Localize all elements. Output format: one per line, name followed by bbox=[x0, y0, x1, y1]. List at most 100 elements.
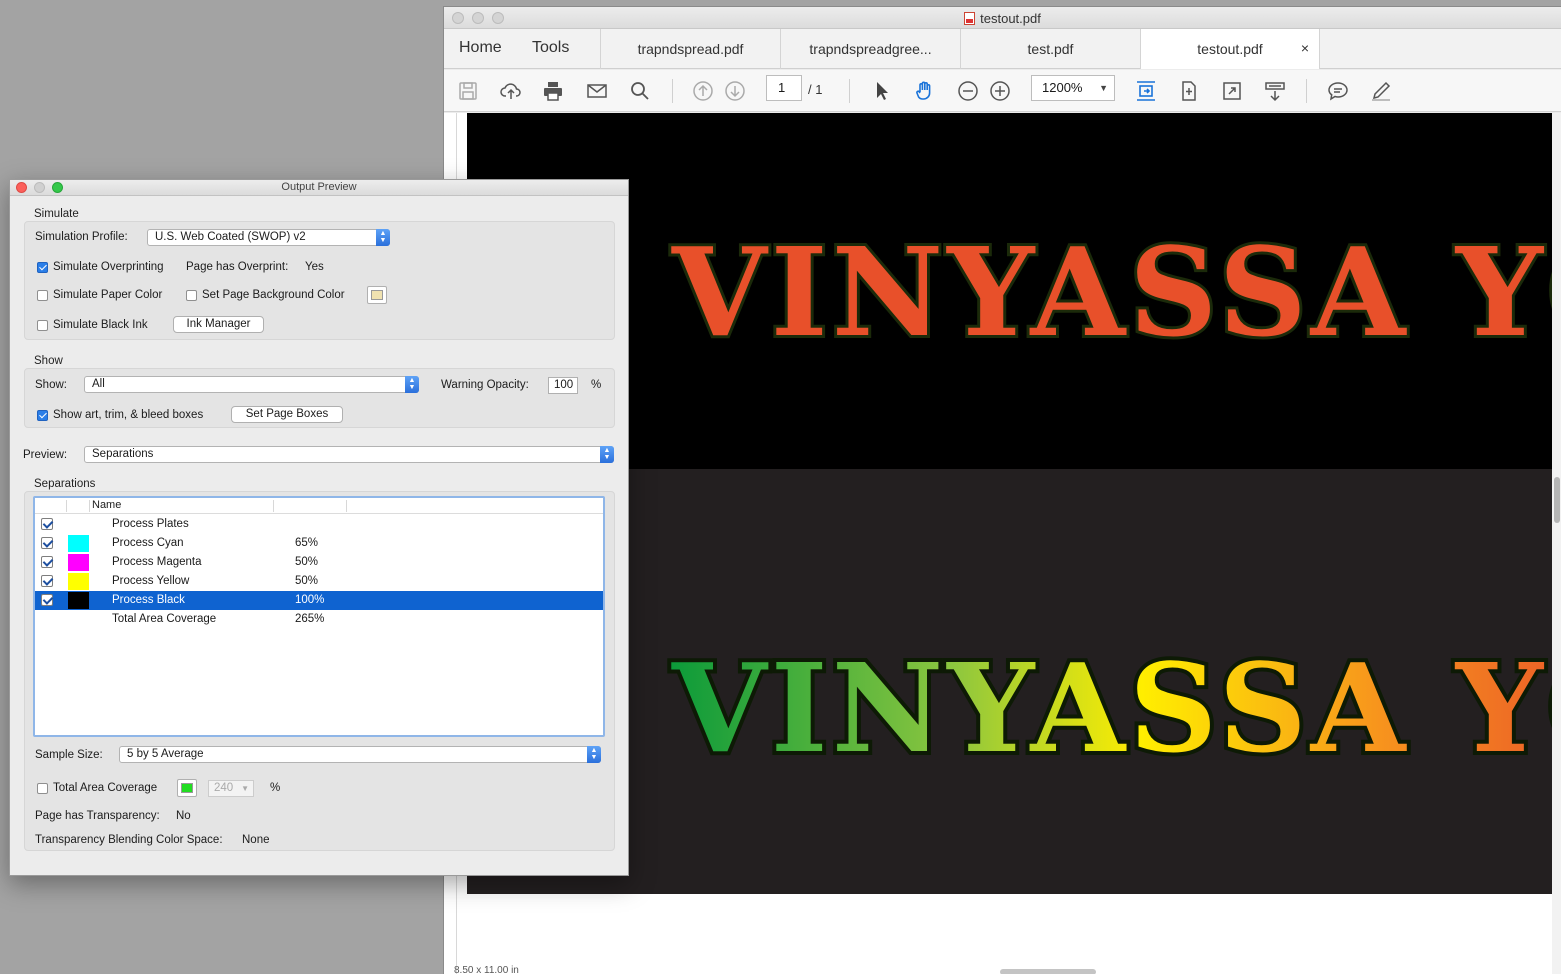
separation-checkbox[interactable] bbox=[41, 575, 53, 587]
separation-row-total-area-coverage[interactable]: Total Area Coverage 265% bbox=[35, 610, 603, 629]
tab-testout[interactable]: testout.pdf × bbox=[1140, 29, 1320, 69]
show-boxes-checkbox[interactable] bbox=[37, 410, 48, 421]
percent-sign: % bbox=[591, 379, 602, 391]
set-page-boxes-button[interactable]: Set Page Boxes bbox=[231, 406, 343, 423]
separation-percent: 50% bbox=[295, 575, 319, 587]
highlight-pen-icon[interactable] bbox=[1369, 79, 1393, 103]
tab-label: test.pdf bbox=[1027, 41, 1074, 57]
separation-percent: 65% bbox=[295, 537, 319, 549]
fit-page-icon[interactable] bbox=[1177, 79, 1201, 103]
page-overprint-label: Page has Overprint: bbox=[186, 261, 289, 273]
chevron-down-icon: ▼ bbox=[1099, 83, 1108, 93]
scrollbar-thumb[interactable] bbox=[1554, 477, 1560, 523]
read-mode-icon[interactable] bbox=[1263, 79, 1287, 103]
separation-row-process-cyan[interactable]: Process Cyan 65% bbox=[35, 534, 603, 553]
tab-trapndspreadgreen[interactable]: trapndspreadgree... bbox=[780, 29, 960, 69]
separation-checkbox[interactable] bbox=[41, 594, 53, 606]
close-tab-icon[interactable]: × bbox=[1301, 40, 1309, 56]
separation-row-process-plates[interactable]: Process Plates bbox=[35, 515, 603, 534]
scrolling-mode-icon[interactable] bbox=[1134, 79, 1158, 103]
ink-manager-button[interactable]: Ink Manager bbox=[173, 316, 264, 333]
set-page-background-checkbox[interactable] bbox=[186, 290, 197, 301]
magenta-swatch bbox=[68, 554, 89, 571]
hand-tool-icon[interactable] bbox=[913, 79, 937, 103]
separation-row-process-black[interactable]: Process Black 100% bbox=[35, 591, 603, 610]
vertical-scrollbar[interactable] bbox=[1552, 113, 1561, 974]
separation-checkbox[interactable] bbox=[41, 537, 53, 549]
nav-tools[interactable]: Tools bbox=[532, 39, 569, 57]
dialog-titlebar: Output Preview bbox=[10, 180, 628, 196]
zoom-select[interactable]: 1200% ▼ bbox=[1031, 75, 1115, 101]
separation-row-process-yellow[interactable]: Process Yellow 50% bbox=[35, 572, 603, 591]
simulation-profile-select[interactable]: U.S. Web Coated (SWOP) v2 ▲ ▼ bbox=[147, 229, 390, 246]
page-background-color-swatch[interactable] bbox=[367, 286, 387, 304]
separation-checkbox[interactable] bbox=[41, 518, 53, 530]
select-arrows-icon: ▲ ▼ bbox=[587, 746, 601, 763]
page-overprint-value: Yes bbox=[305, 261, 324, 273]
simulate-black-ink-checkbox[interactable] bbox=[37, 320, 48, 331]
toolbar-divider bbox=[1306, 79, 1307, 103]
save-icon[interactable] bbox=[456, 79, 480, 103]
separation-row-process-magenta[interactable]: Process Magenta 50% bbox=[35, 553, 603, 572]
select-arrows-icon: ▲ ▼ bbox=[600, 446, 614, 463]
select-value: Separations bbox=[92, 448, 154, 460]
artwork-text: VINYASSA YOG bbox=[671, 636, 1552, 780]
next-page-icon[interactable] bbox=[723, 79, 747, 103]
artwork-bottom-band: VINYASSA YOG bbox=[467, 469, 1552, 894]
zoom-in-icon[interactable] bbox=[988, 79, 1012, 103]
chevron-down-icon: ▼ bbox=[241, 784, 249, 793]
full-screen-icon[interactable] bbox=[1220, 79, 1244, 103]
artwork-title-bottom: VINYASSA YOG bbox=[667, 632, 1552, 784]
black-swatch bbox=[68, 592, 89, 609]
artwork-text: VINYASSA YOG bbox=[671, 220, 1552, 364]
tac-color-swatch[interactable] bbox=[177, 779, 197, 797]
page-transparency-value: No bbox=[176, 810, 191, 822]
tab-trapndspread[interactable]: trapndspread.pdf bbox=[600, 29, 780, 69]
separations-header: Name bbox=[35, 498, 603, 514]
page-number-input[interactable]: 1 bbox=[766, 75, 802, 101]
swatch-color bbox=[181, 783, 193, 793]
search-icon[interactable] bbox=[628, 79, 652, 103]
simulate-paper-color-checkbox[interactable] bbox=[37, 290, 48, 301]
select-arrows-icon: ▲ ▼ bbox=[376, 229, 390, 246]
tab-label: trapndspreadgree... bbox=[809, 41, 932, 57]
previous-page-icon[interactable] bbox=[691, 79, 715, 103]
select-arrows-icon: ▲ ▼ bbox=[405, 376, 419, 393]
preview-select[interactable]: Separations ▲ ▼ bbox=[84, 446, 614, 463]
separations-list[interactable]: Name Process Plates Process Cyan 65% Pro… bbox=[33, 496, 605, 737]
cyan-swatch bbox=[68, 535, 89, 552]
column-divider bbox=[346, 500, 347, 512]
show-group-label: Show bbox=[34, 355, 63, 367]
artwork-top-band: VINYASSA YOG bbox=[467, 113, 1552, 469]
separation-checkbox[interactable] bbox=[41, 556, 53, 568]
select-arrow-icon[interactable] bbox=[870, 79, 894, 103]
print-icon[interactable] bbox=[541, 79, 565, 103]
simulate-paper-color-label: Simulate Paper Color bbox=[53, 289, 163, 301]
simulate-black-ink-label: Simulate Black Ink bbox=[53, 319, 148, 331]
simulate-overprinting-checkbox[interactable] bbox=[37, 262, 48, 273]
nav-home[interactable]: Home bbox=[459, 39, 502, 57]
zoom-out-icon[interactable] bbox=[956, 79, 980, 103]
artwork-title-top: VINYASSA YOG bbox=[668, 217, 1552, 367]
tac-value-select[interactable]: 240 ▼ bbox=[208, 780, 254, 797]
tab-test[interactable]: test.pdf bbox=[960, 29, 1140, 69]
total-area-coverage-checkbox[interactable] bbox=[37, 783, 48, 794]
set-page-background-label: Set Page Background Color bbox=[202, 289, 345, 301]
warning-opacity-input[interactable]: 100 bbox=[548, 377, 578, 394]
blending-space-label: Transparency Blending Color Space: bbox=[35, 834, 223, 846]
column-name-header[interactable]: Name bbox=[92, 499, 121, 511]
simulation-profile-label: Simulation Profile: bbox=[35, 231, 128, 243]
show-select[interactable]: All ▲ ▼ bbox=[84, 376, 419, 393]
separation-name: Process Plates bbox=[112, 518, 189, 530]
simulate-group-label: Simulate bbox=[34, 208, 79, 220]
page-total: / 1 bbox=[808, 82, 823, 97]
comment-icon[interactable] bbox=[1326, 79, 1350, 103]
upload-cloud-icon[interactable] bbox=[499, 79, 523, 103]
sample-size-select[interactable]: 5 by 5 Average ▲ ▼ bbox=[119, 746, 601, 763]
yellow-swatch bbox=[68, 573, 89, 590]
select-value: 5 by 5 Average bbox=[127, 748, 204, 760]
email-icon[interactable] bbox=[585, 79, 609, 103]
horizontal-scrollbar-thumb[interactable] bbox=[1000, 969, 1096, 974]
tab-bar: Home Tools trapndspread.pdf trapndspread… bbox=[444, 29, 1561, 69]
blending-space-value: None bbox=[242, 834, 270, 846]
